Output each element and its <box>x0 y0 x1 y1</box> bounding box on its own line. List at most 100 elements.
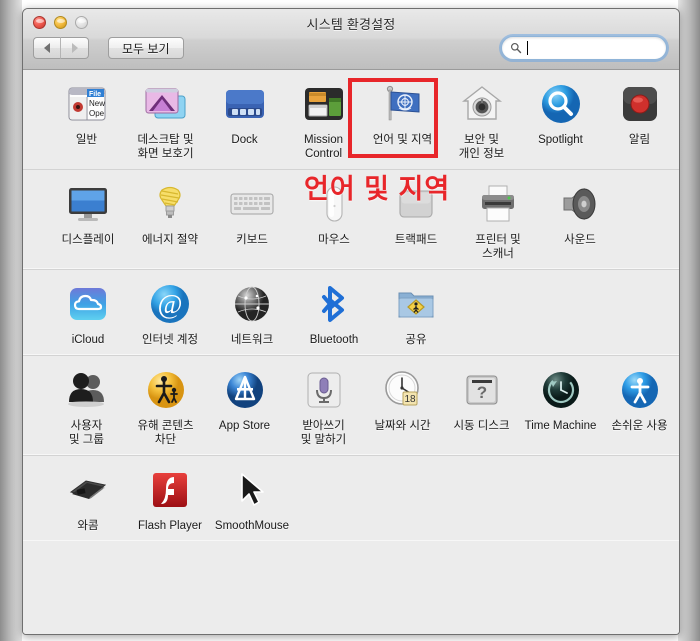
pref-label: Spotlight <box>538 134 583 146</box>
text-cursor <box>527 41 528 55</box>
svg-text:@: @ <box>158 289 183 319</box>
svg-text:New: New <box>89 99 105 108</box>
desktop-edge-right <box>678 0 700 641</box>
pref-label: 인터넷 계정 <box>141 334 199 346</box>
pref-label: Dock <box>231 134 258 146</box>
pref-sharing[interactable]: 공유 <box>375 270 457 355</box>
pref-label: 공유 <box>405 334 427 346</box>
window-titlebar: 시스템 환경설정 모두 보기 <box>23 9 679 70</box>
keyboard-icon <box>228 180 276 228</box>
pref-label: 데스크탑 및 화면 보호기 <box>137 134 194 160</box>
pref-language-region[interactable]: 언어 및 지역 <box>363 70 442 169</box>
pref-label: 알림 <box>628 134 651 146</box>
pref-label: 와콤 <box>77 520 99 532</box>
pref-keyboard[interactable]: 키보드 <box>211 170 293 269</box>
pref-label: 마우스 <box>318 234 350 246</box>
pref-printers-scanners[interactable]: 프린터 및 스캐너 <box>457 170 539 269</box>
parental-controls-icon <box>142 366 190 414</box>
svg-text:18: 18 <box>404 394 416 405</box>
displays-icon <box>64 180 112 228</box>
pref-label: Flash Player <box>138 520 202 532</box>
date-time-icon: 18 <box>379 366 427 414</box>
pref-label: App Store <box>218 420 271 432</box>
icloud-icon <box>64 280 112 328</box>
pref-mouse[interactable]: 마우스 <box>293 170 375 269</box>
pref-general[interactable]: File New Ope 일반 <box>47 70 126 169</box>
flash-player-icon <box>146 466 194 514</box>
notifications-icon <box>616 80 664 128</box>
desktop-screensaver-icon <box>142 80 190 128</box>
time-machine-icon <box>537 366 585 414</box>
pref-bluetooth[interactable]: Bluetooth <box>293 270 375 355</box>
general-icon: File New Ope <box>63 80 111 128</box>
accessibility-icon <box>616 366 664 414</box>
mouse-icon <box>310 180 358 228</box>
pref-startup-disk[interactable]: ? 시동 디스크 <box>442 356 521 455</box>
pref-label: 키보드 <box>236 234 268 246</box>
pref-label: 보안 및 개인 정보 <box>458 134 505 160</box>
pref-parental-controls[interactable]: 유해 콘텐츠 차단 <box>126 356 205 455</box>
pref-desktop-screensaver[interactable]: 데스크탑 및 화면 보호기 <box>126 70 205 169</box>
pref-trackpad[interactable]: 트랙패드 <box>375 170 457 269</box>
pref-label: 언어 및 지역 <box>372 134 433 146</box>
smoothmouse-icon <box>228 466 276 514</box>
pref-dictation-speech[interactable]: 받아쓰기 및 말하기 <box>284 356 363 455</box>
svg-text:?: ? <box>476 383 486 402</box>
pref-label: Bluetooth <box>309 334 359 346</box>
mission-control-icon <box>300 80 348 128</box>
pref-label: 손쉬운 사용 <box>611 420 668 432</box>
search-field[interactable] <box>501 36 679 60</box>
pref-date-time[interactable]: 18 날짜와 시간 <box>363 356 442 455</box>
pref-wacom[interactable]: 와콤 <box>47 456 129 541</box>
pref-time-machine[interactable]: Time Machine <box>521 356 600 455</box>
sound-icon <box>556 180 604 228</box>
pref-flash-player[interactable]: Flash Player <box>129 456 211 541</box>
pref-label: 사용자 및 그룹 <box>69 420 104 446</box>
pref-dock[interactable]: Dock <box>205 70 284 169</box>
pref-smoothmouse[interactable]: SmoothMouse <box>211 456 293 541</box>
preferences-row: iCloud @ 인터넷 계정 네트워크 Bluetooth 공유 <box>23 269 679 355</box>
pref-label: 네트워크 <box>230 334 274 346</box>
pref-displays[interactable]: 디스플레이 <box>47 170 129 269</box>
spotlight-icon <box>537 80 585 128</box>
pref-internet-accounts[interactable]: @ 인터넷 계정 <box>129 270 211 355</box>
desktop-edge-left <box>0 0 22 641</box>
pref-app-store[interactable]: App Store <box>205 356 284 455</box>
bluetooth-icon <box>310 280 358 328</box>
pref-accessibility[interactable]: 손쉬운 사용 <box>600 356 679 455</box>
pref-mission-control[interactable]: Mission Control <box>284 70 363 169</box>
users-groups-icon <box>63 366 111 414</box>
pref-label: 일반 <box>75 134 98 146</box>
pref-label: 사운드 <box>564 234 596 246</box>
pref-sound[interactable]: 사운드 <box>539 170 621 269</box>
startup-disk-icon: ? <box>458 366 506 414</box>
pref-spotlight[interactable]: Spotlight <box>521 70 600 169</box>
pref-icloud[interactable]: iCloud <box>47 270 129 355</box>
back-button[interactable] <box>33 37 61 59</box>
screen: 시스템 환경설정 모두 보기 File New Ope 일반 데스크탑 및 화면… <box>0 0 700 641</box>
language-region-icon <box>379 80 427 128</box>
window-title: 시스템 환경설정 <box>306 17 396 32</box>
search-input[interactable] <box>525 39 679 57</box>
preferences-grid: File New Ope 일반 데스크탑 및 화면 보호기 Dock Missi… <box>23 70 679 634</box>
pref-label: Time Machine <box>524 420 597 432</box>
preferences-row: 사용자 및 그룹 유해 콘텐츠 차단 App Store 받아쓰기 및 말하기 … <box>23 355 679 455</box>
pref-notifications[interactable]: 알림 <box>600 70 679 169</box>
pref-label: 날짜와 시간 <box>374 420 431 432</box>
pref-label: 트랙패드 <box>394 234 438 246</box>
forward-button[interactable] <box>61 37 89 59</box>
pref-label: iCloud <box>71 334 105 346</box>
pref-network[interactable]: 네트워크 <box>211 270 293 355</box>
pref-security-privacy[interactable]: 보안 및 개인 정보 <box>442 70 521 169</box>
toolbar: 모두 보기 <box>23 35 679 65</box>
show-all-label: 모두 보기 <box>122 41 170 56</box>
sharing-icon <box>392 280 440 328</box>
chevron-right-icon <box>71 43 78 53</box>
show-all-button[interactable]: 모두 보기 <box>108 37 184 59</box>
printers-scanners-icon <box>474 180 522 228</box>
pref-energy-saver[interactable]: 에너지 절약 <box>129 170 211 269</box>
pref-users-groups[interactable]: 사용자 및 그룹 <box>47 356 126 455</box>
pref-label: 시동 디스크 <box>453 420 510 432</box>
pref-label: 받아쓰기 및 말하기 <box>300 420 347 446</box>
internet-accounts-icon: @ <box>146 280 194 328</box>
